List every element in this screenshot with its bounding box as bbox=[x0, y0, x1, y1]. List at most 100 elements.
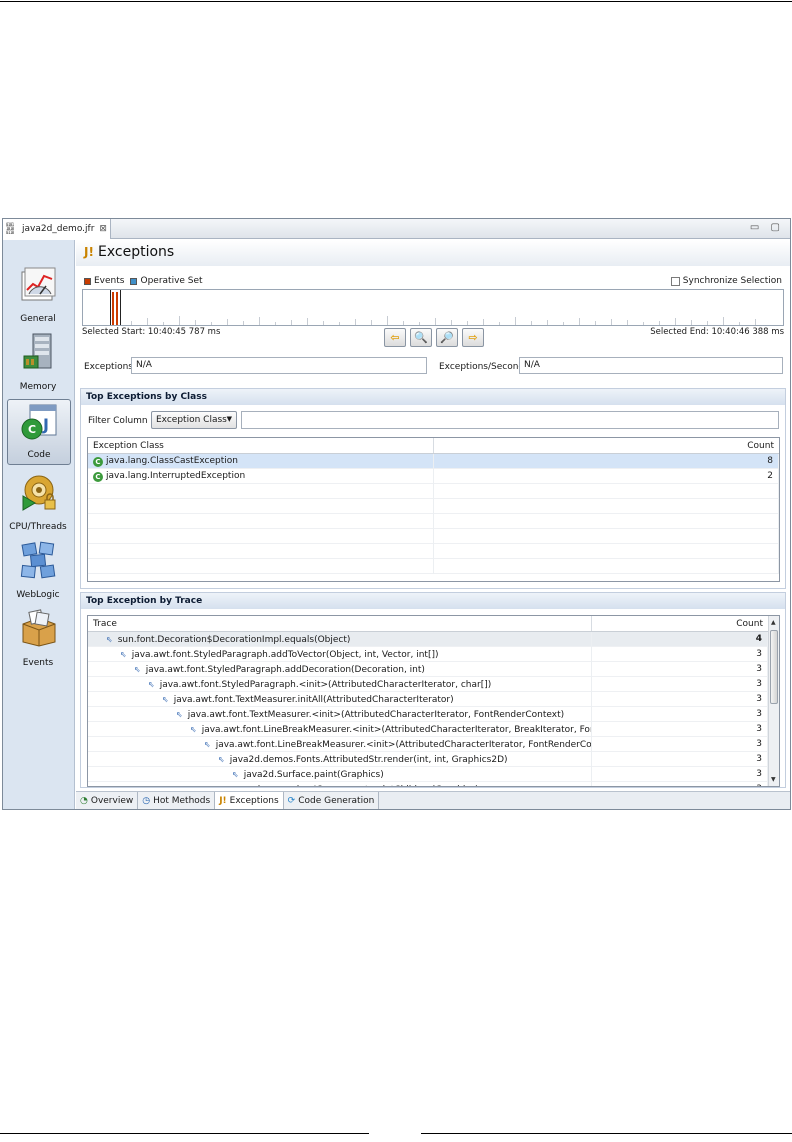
tab-label: Code Generation bbox=[298, 795, 375, 806]
trace-frame-cell: ⇖ java.awt.font.StyledParagraph.addToVect… bbox=[88, 646, 593, 662]
tab-code-generation[interactable]: ⟳ Code Generation bbox=[283, 792, 380, 809]
nav-item-events[interactable]: Events bbox=[7, 606, 71, 672]
code-class-icon: J C bbox=[21, 404, 57, 440]
column-header-count[interactable]: Count bbox=[434, 438, 779, 453]
selected-start-label: Selected Start: 10:40:45 787 ms bbox=[82, 327, 221, 337]
editor-tab-bar: 0101 1010 0110 java2d_demo.jfr ⊠ ▭ ▢ bbox=[3, 219, 790, 239]
events-timeline[interactable] bbox=[82, 289, 784, 326]
exceptions-by-class-table: Exception Class Count Cjava.lang.ClassCa… bbox=[87, 437, 780, 582]
nav-item-cpu-threads[interactable]: CPU/Threads bbox=[7, 470, 71, 536]
table-row[interactable]: ⇖ javax.swing.JComponent.paintChildren(Gr… bbox=[88, 781, 768, 787]
zoom-in-button[interactable]: 🔎 bbox=[436, 328, 458, 347]
column-header-count[interactable]: Count bbox=[592, 616, 768, 631]
selection-end-marker[interactable] bbox=[120, 290, 121, 325]
timeline-tick bbox=[403, 321, 404, 325]
table-row[interactable]: ⇖ java.awt.font.TextMeasurer.initAll(Attr… bbox=[88, 691, 768, 707]
timeline-tick bbox=[179, 316, 180, 325]
empty-cell bbox=[434, 543, 779, 559]
trace-count-cell: 3 bbox=[592, 721, 768, 737]
memory-chip-icon bbox=[23, 333, 52, 369]
zoom-in-icon: 🔎 bbox=[440, 331, 454, 344]
table-row[interactable]: ⇖ java.awt.font.StyledParagraph.addDecora… bbox=[88, 661, 768, 677]
nav-item-memory[interactable]: Memory bbox=[7, 330, 71, 396]
exception-class-name: java.lang.ClassCastException bbox=[106, 455, 238, 466]
timeline-tick bbox=[275, 322, 276, 325]
tab-label: Overview bbox=[90, 795, 134, 806]
scrollbar-thumb[interactable] bbox=[770, 630, 778, 704]
table-row[interactable]: ⇖ java.awt.font.LineBreakMeasurer.<init>(… bbox=[88, 736, 768, 752]
stack-frame-icon: ⇖ bbox=[204, 739, 211, 749]
scroll-down-icon[interactable]: ▼ bbox=[771, 776, 776, 783]
timeline-tick bbox=[755, 319, 756, 325]
table-row[interactable]: ⇖ java.awt.font.StyledParagraph.<init>(At… bbox=[88, 676, 768, 692]
timeline-tick bbox=[531, 321, 532, 325]
exceptions-icon: J! bbox=[84, 245, 94, 259]
timeline-tick bbox=[291, 320, 292, 325]
stack-frame-icon: ⇖ bbox=[246, 782, 253, 787]
table-row[interactable]: Cjava.lang.ClassCastException 8 bbox=[88, 453, 779, 469]
timeline-tick bbox=[675, 318, 676, 325]
filter-column-select[interactable]: Exception Class ▼ bbox=[151, 411, 237, 429]
timeline-tick bbox=[147, 318, 148, 325]
timeline-tick bbox=[163, 322, 164, 325]
trace-count-cell: 3 bbox=[592, 661, 768, 677]
empty-cell bbox=[88, 498, 434, 514]
table-row[interactable]: ⇖ java.awt.font.TextMeasurer.<init>(Attri… bbox=[88, 706, 768, 722]
timeline-tick bbox=[659, 321, 660, 325]
tab-exceptions[interactable]: J! Exceptions bbox=[215, 792, 284, 809]
scroll-left-button[interactable]: ⇦ bbox=[384, 328, 406, 347]
window-controls[interactable]: ▭ ▢ bbox=[750, 222, 784, 233]
empty-cell bbox=[88, 558, 434, 574]
table-row[interactable]: ⇖ sun.font.Decoration$DecorationImpl.equa… bbox=[88, 631, 768, 647]
zoom-out-button[interactable]: 🔍 bbox=[410, 328, 432, 347]
nav-item-weblogic[interactable]: WebLogic bbox=[7, 538, 71, 604]
event-marker bbox=[112, 292, 114, 325]
scroll-up-icon[interactable]: ▲ bbox=[771, 619, 776, 626]
table-row[interactable]: ⇖ java2d.demos.Fonts.AttributedStr.render… bbox=[88, 751, 768, 767]
code-generation-icon: ⟳ bbox=[287, 795, 296, 806]
timeline-tick bbox=[323, 321, 324, 325]
table-row[interactable]: ⇖ java2d.Surface.paint(Graphics) 3 bbox=[88, 766, 768, 782]
timeline-tick bbox=[691, 320, 692, 325]
stack-frame-icon: ⇖ bbox=[134, 664, 141, 674]
timeline-tick bbox=[563, 322, 564, 325]
nav-item-general[interactable]: General bbox=[7, 262, 71, 328]
weblogic-cubes-icon bbox=[20, 541, 56, 579]
tab-label: Hot Methods bbox=[153, 795, 211, 806]
editor-tab-java2d-demo[interactable]: 0101 1010 0110 java2d_demo.jfr ⊠ bbox=[3, 219, 111, 239]
page-top-rule bbox=[0, 1, 792, 2]
column-header-trace[interactable]: Trace bbox=[88, 616, 593, 631]
table-row[interactable]: ⇖ java.awt.font.StyledParagraph.addToVect… bbox=[88, 646, 768, 662]
timeline-tick bbox=[579, 318, 580, 325]
table-row[interactable]: ⇖ java.awt.font.LineBreakMeasurer.<init>(… bbox=[88, 721, 768, 737]
tab-overview[interactable]: ◔ Overview bbox=[76, 792, 139, 809]
table-row[interactable]: Cjava.lang.InterruptedException 2 bbox=[88, 468, 779, 484]
empty-cell bbox=[434, 513, 779, 529]
filter-text-input[interactable] bbox=[241, 411, 779, 429]
empty-cell bbox=[434, 483, 779, 499]
chevron-down-icon: ▼ bbox=[226, 415, 232, 423]
nav-item-code[interactable]: J C Code bbox=[7, 399, 71, 465]
trace-count-cell: 3 bbox=[592, 781, 768, 786]
scroll-right-button[interactable]: ⇨ bbox=[462, 328, 484, 347]
timeline-tick bbox=[483, 319, 484, 325]
table-cell-count: 8 bbox=[434, 453, 779, 469]
cpu-gear-icon bbox=[22, 475, 56, 511]
trace-scrollbar[interactable]: ▲ ▼ bbox=[768, 616, 779, 786]
timeline-tick bbox=[595, 321, 596, 325]
table-cell-class: Cjava.lang.InterruptedException bbox=[88, 468, 434, 484]
trace-count-cell: 3 bbox=[592, 706, 768, 722]
svg-text:C: C bbox=[28, 423, 36, 436]
section-title-by-trace: Top Exception by Trace bbox=[81, 593, 785, 609]
binary-file-icon: 0101 1010 0110 bbox=[6, 222, 14, 235]
selection-start-marker[interactable] bbox=[110, 290, 111, 325]
tab-hot-methods[interactable]: ◷ Hot Methods bbox=[138, 792, 216, 809]
close-icon[interactable]: ⊠ bbox=[99, 224, 107, 234]
timeline-tick bbox=[499, 322, 500, 325]
column-header-exception-class[interactable]: Exception Class bbox=[88, 438, 434, 453]
synchronize-checkbox-box[interactable] bbox=[670, 276, 680, 286]
events-legend-swatch bbox=[84, 277, 91, 285]
stack-frame-icon: ⇖ bbox=[232, 769, 239, 779]
synchronize-selection-checkbox[interactable]: Synchronize Selection bbox=[670, 276, 782, 286]
timeline-tick bbox=[643, 322, 644, 325]
